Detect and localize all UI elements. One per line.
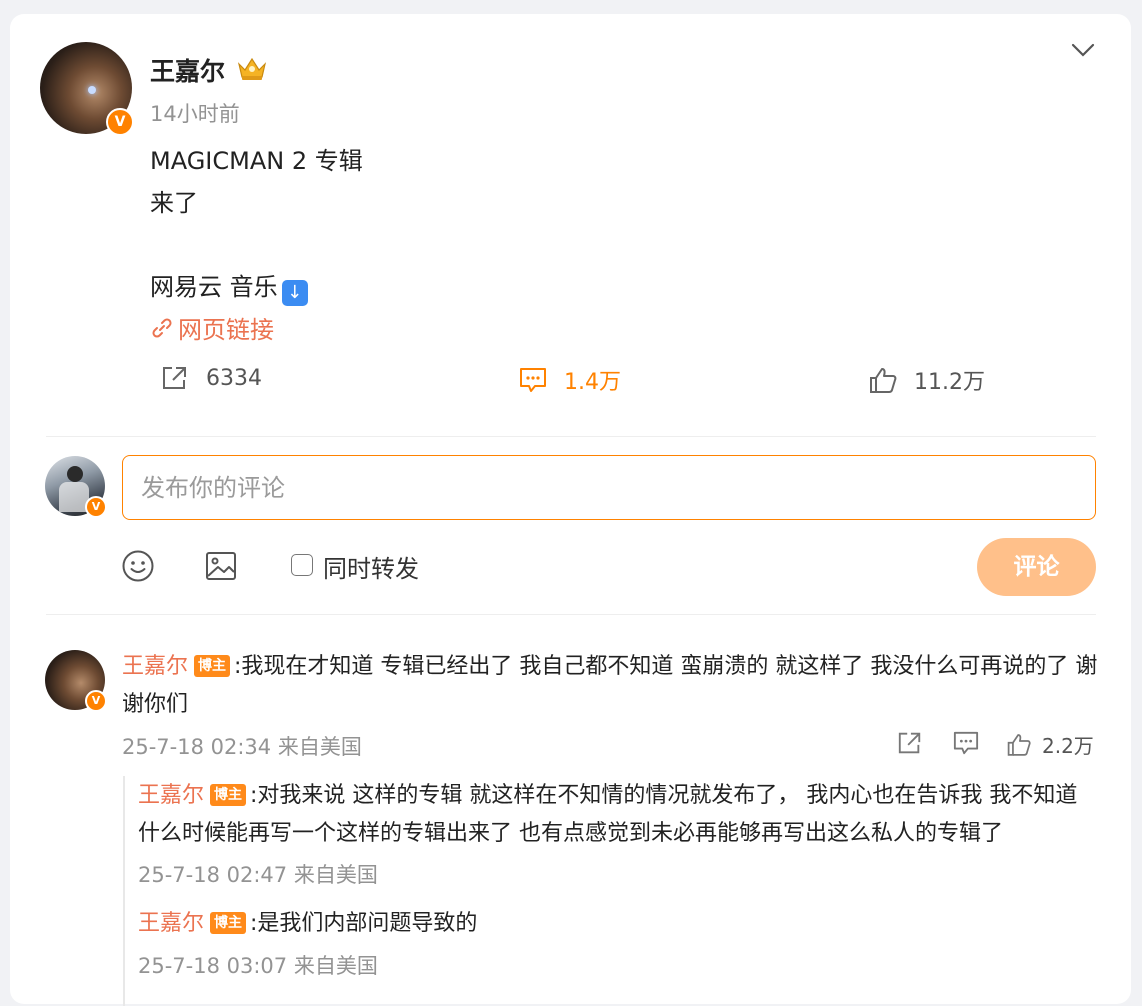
post-line: 来了 xyxy=(150,189,198,217)
repost-count: 6334 xyxy=(206,365,262,391)
divider xyxy=(46,436,1096,437)
verified-badge: V xyxy=(106,108,134,136)
post-line xyxy=(150,224,363,266)
verified-badge: V xyxy=(85,690,107,712)
reply-text: 王嘉尔 博主:对我来说 这样的专辑 就这样在不知情的情况就发布了， 我内心也在告诉… xyxy=(138,777,1098,853)
post-line-text: 网易云 音乐 xyxy=(150,273,278,301)
comment-icon xyxy=(520,368,546,392)
divider xyxy=(46,614,1096,615)
weibo-post-card: V 王嘉尔 14小时前 MAGICMAN 2 专辑 来了 网易云 音乐 ↓ 网页链… xyxy=(10,14,1131,1006)
image-icon[interactable] xyxy=(204,549,238,583)
comment-like-button[interactable]: 2.2万 xyxy=(1006,730,1094,759)
reply-meta: 25-7-18 02:47 来自美国 xyxy=(138,863,378,887)
comment-text: 王嘉尔 博主:我现在才知道 专辑已经出了 我自己都不知道 蛮崩溃的 就这样了 我没… xyxy=(122,648,1102,724)
post-time[interactable]: 14小时前 xyxy=(150,98,240,128)
repost-checkbox-label[interactable]: 同时转发 xyxy=(323,549,419,584)
like-icon xyxy=(1007,734,1031,756)
web-link-label: 网页链接 xyxy=(178,316,274,344)
author-tag: 博主 xyxy=(210,784,247,806)
post-action-bar: 6334 1.4万 11.2万 xyxy=(10,364,1131,404)
verified-badge: V xyxy=(85,496,107,518)
comment-like-count: 2.2万 xyxy=(1042,734,1094,758)
reply-body: :对我来说 这样的专辑 就这样在不知情的情况就发布了， 我内心也在告诉我 我不知… xyxy=(138,783,1078,846)
chevron-down-icon[interactable] xyxy=(1070,40,1096,60)
comment-count: 1.4万 xyxy=(564,370,621,395)
repost-button[interactable]: 6334 xyxy=(160,364,262,392)
link-icon xyxy=(152,317,172,338)
submit-comment-button[interactable]: 评论 xyxy=(977,538,1096,596)
post-text: MAGICMAN 2 专辑 来了 网易云 音乐 ↓ xyxy=(150,140,363,308)
post-line: MAGICMAN 2 专辑 xyxy=(150,147,363,175)
comment-author[interactable]: 王嘉尔 xyxy=(122,654,188,679)
emoji-icon[interactable] xyxy=(121,549,155,583)
author-tag: 博主 xyxy=(194,655,231,677)
reply-author[interactable]: 王嘉尔 xyxy=(138,783,204,808)
crown-icon[interactable] xyxy=(236,54,268,82)
repost-icon xyxy=(163,367,186,389)
author-tag: 博主 xyxy=(210,912,247,934)
reply-author[interactable]: 王嘉尔 xyxy=(138,911,204,936)
comment-body: :我现在才知道 专辑已经出了 我自己都不知道 蛮崩溃的 就这样了 我没什么可再说… xyxy=(122,654,1098,717)
like-icon xyxy=(870,368,897,393)
web-link[interactable]: 网页链接 xyxy=(150,310,274,345)
reply-meta: 25-7-18 03:07 来自美国 xyxy=(138,954,378,978)
like-count: 11.2万 xyxy=(914,370,985,395)
repost-checkbox[interactable] xyxy=(291,554,313,576)
like-button[interactable]: 11.2万 xyxy=(868,364,985,396)
reply-text: 王嘉尔 博主:是我们内部问题导致的 xyxy=(138,905,1038,943)
comment-input[interactable] xyxy=(122,455,1096,520)
comment-icon[interactable] xyxy=(952,730,980,756)
repost-icon[interactable] xyxy=(896,730,924,756)
post-line: 网易云 音乐 ↓ xyxy=(150,266,363,308)
comment-button[interactable]: 1.4万 xyxy=(518,364,621,396)
author-name[interactable]: 王嘉尔 xyxy=(150,52,225,88)
reply-body: :是我们内部问题导致的 xyxy=(250,911,478,936)
comment-meta: 25-7-18 02:34 来自美国 xyxy=(122,735,362,759)
down-arrow-icon: ↓ xyxy=(281,280,308,306)
